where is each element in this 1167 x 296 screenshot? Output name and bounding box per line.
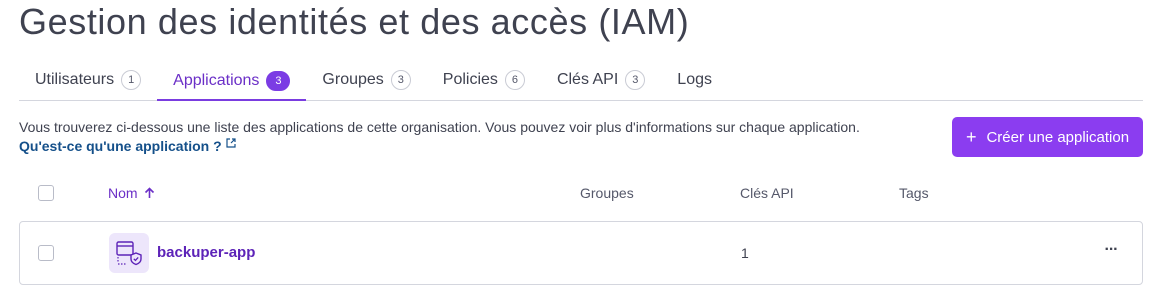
tab-cles-api[interactable]: Clés API 3 [541, 62, 661, 98]
tab-logs[interactable]: Logs [661, 62, 728, 98]
tab-policies[interactable]: Policies 6 [427, 62, 541, 98]
table-header: Nom Groupes Clés API Tags [19, 175, 1143, 211]
plus-icon: + [965, 127, 977, 147]
create-application-label: Créer une application [986, 128, 1130, 146]
api-key-count: 1 [741, 245, 749, 261]
description-text: Vous trouverez ci-dessous une liste des … [19, 119, 860, 135]
external-link-icon [226, 138, 236, 148]
row-checkbox[interactable] [38, 245, 54, 261]
sort-ascending-icon [144, 187, 154, 198]
column-header-api-keys: Clés API [740, 185, 794, 201]
table-row[interactable]: backuper-app 1 ··· [19, 221, 1143, 285]
application-icon [109, 233, 149, 273]
tab-groupes[interactable]: Groupes 3 [306, 62, 426, 98]
column-header-groups: Groupes [580, 185, 634, 201]
column-header-tags: Tags [899, 185, 929, 201]
tab-applications[interactable]: Applications 3 [157, 62, 307, 101]
create-application-button[interactable]: + Créer une application [952, 117, 1143, 157]
more-actions-icon[interactable]: ··· [1100, 242, 1122, 262]
tab-label: Policies [442, 71, 498, 88]
column-header-label: Nom [108, 185, 138, 201]
tabs-bar: Utilisateurs 1 Applications 3 Groupes 3 … [19, 62, 1143, 101]
tab-label: Applications [173, 71, 260, 89]
tab-utilisateurs[interactable]: Utilisateurs 1 [19, 62, 157, 98]
count-badge: 3 [266, 70, 291, 91]
count-badge: 3 [390, 70, 411, 90]
application-name[interactable]: backuper-app [157, 244, 255, 261]
page-title: Gestion des identités et des accès (IAM) [19, 1, 690, 42]
tab-label: Clés API [556, 71, 619, 88]
description: Vous trouverez ci-dessous une liste des … [19, 118, 879, 156]
what-is-application-link[interactable]: Qu'est-ce qu'une application ? [19, 138, 222, 154]
count-badge: 3 [625, 70, 646, 90]
count-badge: 1 [121, 70, 142, 90]
column-header-name[interactable]: Nom [108, 185, 155, 201]
select-all-checkbox[interactable] [38, 185, 54, 201]
tab-label: Utilisateurs [35, 71, 115, 88]
tab-label: Logs [677, 71, 712, 88]
tab-label: Groupes [322, 71, 384, 88]
count-badge: 6 [504, 70, 525, 90]
